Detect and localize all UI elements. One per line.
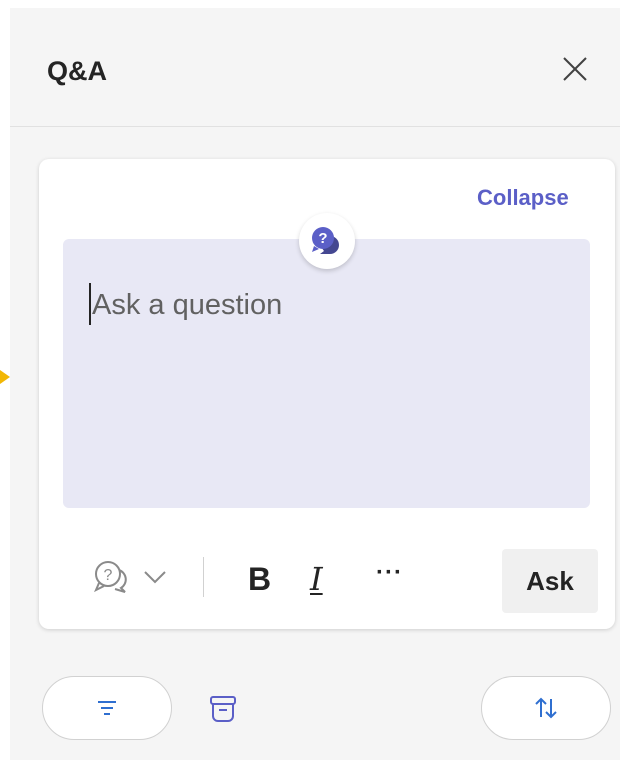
question-chat-icon: ? <box>94 561 127 593</box>
qa-panel: Q&A Collapse ? Ask a question ? B I ··· … <box>10 8 620 760</box>
more-options-button[interactable]: ··· <box>376 559 403 587</box>
close-icon <box>563 57 587 81</box>
italic-button[interactable]: I <box>310 560 323 598</box>
question-type-button[interactable]: ? <box>91 559 131 595</box>
text-caret <box>89 283 91 325</box>
filter-button[interactable] <box>42 676 172 740</box>
page-title: Q&A <box>47 56 107 86</box>
collapse-link[interactable]: Collapse <box>477 185 569 211</box>
toolbar-divider <box>203 557 204 597</box>
qa-badge: ? <box>299 213 355 269</box>
svg-text:?: ? <box>318 230 327 247</box>
panel-header: Q&A <box>10 8 620 127</box>
bold-button[interactable]: B <box>248 561 271 598</box>
filter-icon <box>98 701 116 715</box>
close-button[interactable] <box>558 52 592 86</box>
qa-chat-icon: ? <box>312 227 339 254</box>
ask-button[interactable]: Ask <box>502 549 598 613</box>
question-input[interactable]: Ask a question <box>63 239 590 508</box>
question-type-dropdown[interactable] <box>141 567 169 587</box>
question-composer: Collapse ? Ask a question ? B I ··· Ask <box>39 159 615 629</box>
question-placeholder: Ask a question <box>92 289 283 321</box>
pointer-arrow <box>0 370 10 384</box>
archive-button[interactable] <box>206 692 240 726</box>
sort-button[interactable] <box>481 676 611 740</box>
chevron-down-icon <box>144 571 166 584</box>
archive-icon <box>210 696 236 722</box>
svg-text:?: ? <box>104 567 113 584</box>
sort-icon <box>535 697 557 719</box>
